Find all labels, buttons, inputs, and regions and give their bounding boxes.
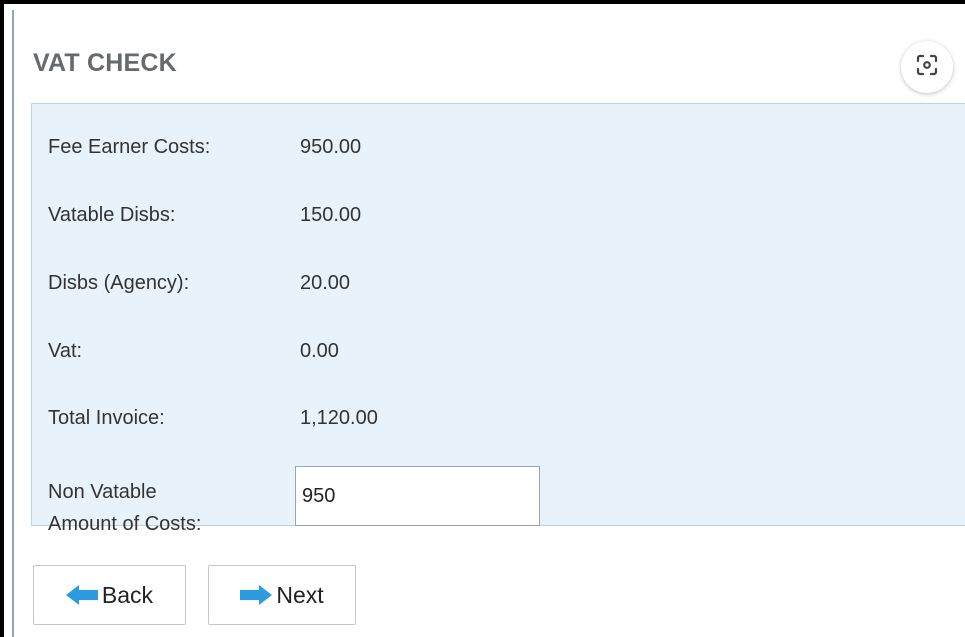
vat-label: Vat: [48,340,83,362]
arrow-left-icon [65,585,98,605]
next-button[interactable]: Next [208,565,356,625]
total-invoice-value: 1,120.00 [300,407,378,429]
vat-summary-panel [31,103,965,526]
disbs-agency-label: Disbs (Agency): [48,272,190,294]
left-divider [12,10,14,637]
vat-value: 0.00 [300,340,339,362]
back-button-label: Back [101,581,154,608]
next-button-label: Next [276,581,324,608]
fee-earner-costs-label: Fee Earner Costs: [48,136,211,158]
scan-button[interactable] [901,41,953,93]
non-vatable-label: Non Vatable Amount of Costs: [48,476,268,540]
vatable-disbs-label: Vatable Disbs: [48,204,176,226]
vatable-disbs-value: 150.00 [300,204,362,226]
non-vatable-label-line2: Amount of Costs: [48,513,202,535]
back-button[interactable]: Back [33,565,186,625]
focus-scan-icon [915,53,939,82]
non-vatable-amount-input[interactable] [295,466,540,526]
disbs-agency-value: 20.00 [300,272,351,294]
arrow-right-icon [240,585,273,605]
total-invoice-label: Total Invoice: [48,407,165,429]
page-title: VAT CHECK [33,49,177,77]
non-vatable-label-line1: Non Vatable [48,481,157,503]
fee-earner-costs-value: 950.00 [300,136,362,158]
